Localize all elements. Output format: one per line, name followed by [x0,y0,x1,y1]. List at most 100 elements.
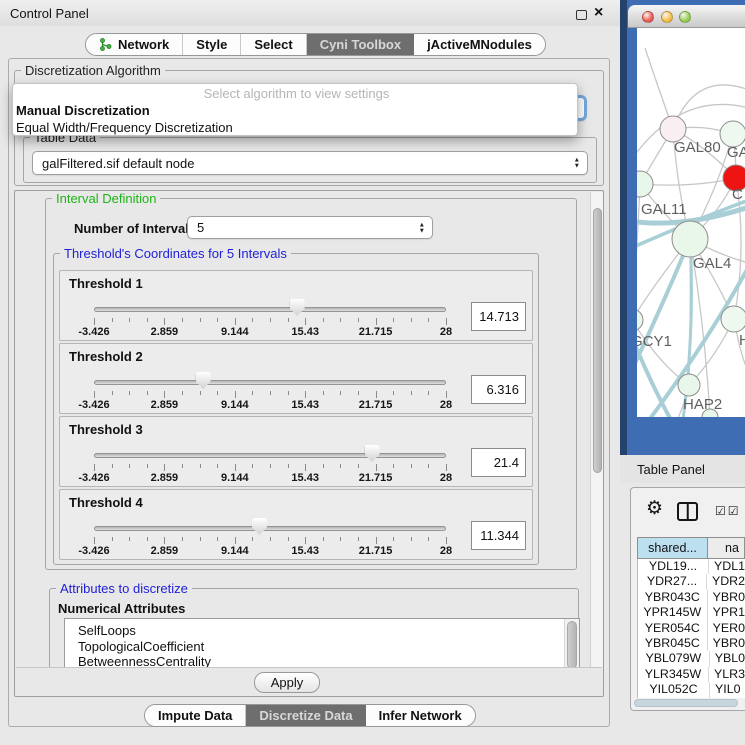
slider-tick [217,464,218,468]
network-edge[interactable] [637,184,640,320]
tick-label: 9.144 [221,399,249,411]
popup-item-manual-discretization[interactable]: Manual Discretization [13,102,577,119]
threshold-slider-thumb[interactable] [365,445,380,462]
table-rows: YDL19...YDL1YDR27...YDR2YBR043CYBR0YPR14… [637,559,745,698]
table-row[interactable]: YBR045CYBR0 [638,636,745,651]
tab-style[interactable]: Style [183,34,241,55]
threshold-value-field[interactable]: 6.316 [471,375,526,404]
table-row[interactable]: YDR27...YDR2 [638,574,745,589]
select-columns-icon[interactable]: ☑☑ [715,504,741,518]
attribute-item[interactable]: TopologicalCoefficient [78,639,579,655]
settings-scrollbar[interactable] [590,192,603,668]
threshold-panel: Threshold 3 -3.4262.8599.14415.4321.7152… [59,416,533,487]
tick-label: -3.426 [78,399,109,411]
threshold-slider-track[interactable] [94,380,446,385]
table-row[interactable]: YBR043CYBR0 [638,590,745,605]
slider-tick [340,318,341,322]
network-node[interactable] [637,171,653,197]
tick-label: 9.144 [221,472,249,484]
attribute-item[interactable]: SelfLoops [78,623,579,639]
slider-tick [376,464,377,471]
slider-tick [112,318,113,322]
slider-tick [270,318,271,322]
slider-tick [217,537,218,541]
table-row[interactable]: YPR145WYPR1 [638,605,745,620]
attributes-scrollbar[interactable] [564,619,579,668]
minimize-traffic-light[interactable] [661,11,673,23]
table-row[interactable]: YER054CYER0 [638,621,745,636]
threshold-slider-track[interactable] [94,526,446,531]
table-row[interactable]: YDL19...YDL1 [638,559,745,574]
columns-icon[interactable] [677,502,698,521]
tab-network[interactable]: Network [86,34,183,55]
tick-label: -3.426 [78,326,109,338]
slider-tick [323,537,324,541]
table-row[interactable]: YLR345WYLR3 [638,667,745,682]
table-header-row: shared... na [637,537,745,559]
numerical-attributes-list[interactable]: SelfLoopsTopologicalCoefficientBetweenne… [64,618,580,668]
tab-select[interactable]: Select [241,34,306,55]
attributes-title: Attributes to discretize [56,581,192,596]
close-traffic-light[interactable] [642,11,654,23]
slider-tick [376,391,377,398]
cell-name: YER0 [707,621,745,636]
cell-shared-name: YDR27... [638,574,706,589]
slider-tick [252,537,253,541]
apply-button[interactable]: Apply [254,672,320,693]
network-edge[interactable] [640,178,736,185]
float-window-icon[interactable] [576,10,587,20]
threshold-value-field[interactable]: 11.344 [471,521,526,550]
network-desktop: GAL80GACGAL11GAL4GCY1HHAP2 [620,0,745,455]
close-icon[interactable]: × [594,4,603,22]
network-window-titlebar[interactable] [628,5,745,28]
tick-label: 21.715 [359,545,393,557]
threshold-value-field[interactable]: 14.713 [471,302,526,331]
numerical-attributes-label: Numerical Attributes [58,601,185,616]
network-node[interactable] [672,221,708,257]
threshold-slider-thumb[interactable] [196,372,211,389]
threshold-value-field[interactable]: 21.4 [471,448,526,477]
tab-impute-data[interactable]: Impute Data [145,705,246,726]
slider-tick [288,318,289,322]
gear-icon[interactable]: ⚙ [646,499,663,518]
tab-cyni-toolbox[interactable]: Cyni Toolbox [307,34,414,55]
tick-label: -3.426 [78,545,109,557]
cell-shared-name: YIL052C [638,682,709,697]
slider-tick [129,318,130,322]
column-header-name[interactable]: na [708,537,745,559]
column-header-shared[interactable]: shared... [637,537,708,559]
tick-label: 9.144 [221,545,249,557]
algorithm-dropdown-popup: Select algorithm to view settings Manual… [12,83,578,136]
slider-tick [411,464,412,468]
network-canvas[interactable]: GAL80GACGAL11GAL4GCY1HHAP2 [637,28,745,417]
table-data-select[interactable]: galFiltered.sif default node ▲▼ [32,151,588,175]
slider-tick [270,391,271,395]
interval-definition-group: Interval Definition Number of Intervals … [45,198,577,570]
right-panel: GAL80GACGAL11GAL4GCY1HHAP2 Table Panel ⚙… [620,0,745,745]
network-node[interactable] [637,309,643,331]
network-window[interactable]: GAL80GACGAL11GAL4GCY1HHAP2 [628,5,745,453]
number-of-intervals-select[interactable]: 5 ▲▼ [187,216,433,239]
threshold-slider-track[interactable] [94,307,446,312]
scrollbar-thumb[interactable] [593,208,602,473]
table-row[interactable]: YIL052CYIL0 [638,682,745,697]
network-node[interactable] [721,306,745,332]
slider-tick [200,391,201,395]
zoom-traffic-light[interactable] [679,11,691,23]
network-node[interactable] [678,374,700,396]
threshold-slider-thumb[interactable] [290,299,305,316]
popup-item-equal-width-frequency[interactable]: Equal Width/Frequency Discretization [13,119,577,136]
slider-tick [340,391,341,395]
table-horizontal-scrollbar[interactable] [634,699,738,707]
threshold-slider-thumb[interactable] [252,518,267,535]
table-panel-title: Table Panel [637,462,705,477]
scrollbar-thumb[interactable] [567,621,577,668]
tab-infer-network[interactable]: Infer Network [366,705,475,726]
threshold-slider-track[interactable] [94,453,446,458]
popup-item-placeholder[interactable]: Select algorithm to view settings [13,85,577,102]
table-row[interactable]: YBL079WYBL0 [638,651,745,666]
tab-jactivemnodules[interactable]: jActiveMNodules [414,34,545,55]
tab-discretize-data[interactable]: Discretize Data [246,705,365,726]
network-edge-thick[interactable] [637,239,690,376]
attribute-item[interactable]: BetweennessCentrality [78,654,579,668]
